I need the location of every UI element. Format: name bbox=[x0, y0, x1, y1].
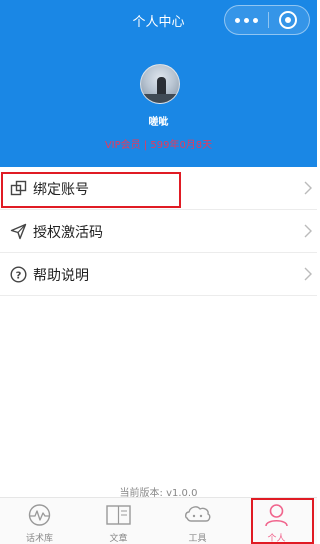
menu-item-authorize-code[interactable]: 授权激活码 bbox=[0, 210, 317, 253]
avatar-ground bbox=[141, 94, 179, 103]
more-options-button[interactable] bbox=[225, 6, 268, 34]
tab-script-library[interactable]: 话术库 bbox=[0, 498, 79, 544]
chart-icon bbox=[28, 504, 51, 526]
annotation-highlight bbox=[251, 498, 314, 544]
close-miniprogram-button[interactable] bbox=[279, 11, 297, 29]
help-icon: ? bbox=[10, 266, 27, 283]
miniprogram-capsule bbox=[224, 5, 310, 35]
send-icon bbox=[10, 223, 27, 240]
chevron-right-icon bbox=[304, 181, 312, 195]
vip-status: VIP会员 | 599年0月8天 bbox=[104, 140, 213, 151]
profile-header: 嗟呲 VIP会员 | 599年0月8天 bbox=[0, 40, 317, 167]
chevron-right-icon bbox=[304, 224, 312, 238]
tab-label: 话术库 bbox=[25, 534, 53, 544]
menu-item-help[interactable]: ? 帮助说明 bbox=[0, 253, 317, 296]
tab-articles[interactable]: 文章 bbox=[79, 498, 158, 544]
menu-item-label: 帮助说明 bbox=[33, 268, 89, 284]
annotation-highlight bbox=[1, 172, 181, 208]
nickname: 嗟呲 bbox=[148, 117, 169, 128]
menu-item-label: 授权激活码 bbox=[33, 225, 103, 241]
tab-tools[interactable]: 工具 bbox=[158, 498, 237, 544]
avatar[interactable] bbox=[140, 64, 180, 104]
svg-text:?: ? bbox=[16, 270, 22, 281]
tab-label: 文章 bbox=[109, 534, 128, 544]
capsule-divider bbox=[268, 12, 269, 28]
book-icon bbox=[106, 505, 131, 525]
chat-cloud-icon bbox=[184, 506, 211, 522]
menu-item-bind-account[interactable]: 绑定账号 bbox=[0, 167, 317, 210]
dot-icon bbox=[235, 18, 240, 23]
chevron-right-icon bbox=[304, 267, 312, 281]
tab-label: 工具 bbox=[188, 534, 207, 544]
menu-list: 绑定账号 授权激活码 ? 帮助说明 bbox=[0, 167, 317, 296]
navigation-bar: 个人中心 bbox=[0, 0, 317, 40]
dot-icon bbox=[244, 18, 249, 23]
dot-icon bbox=[253, 18, 258, 23]
